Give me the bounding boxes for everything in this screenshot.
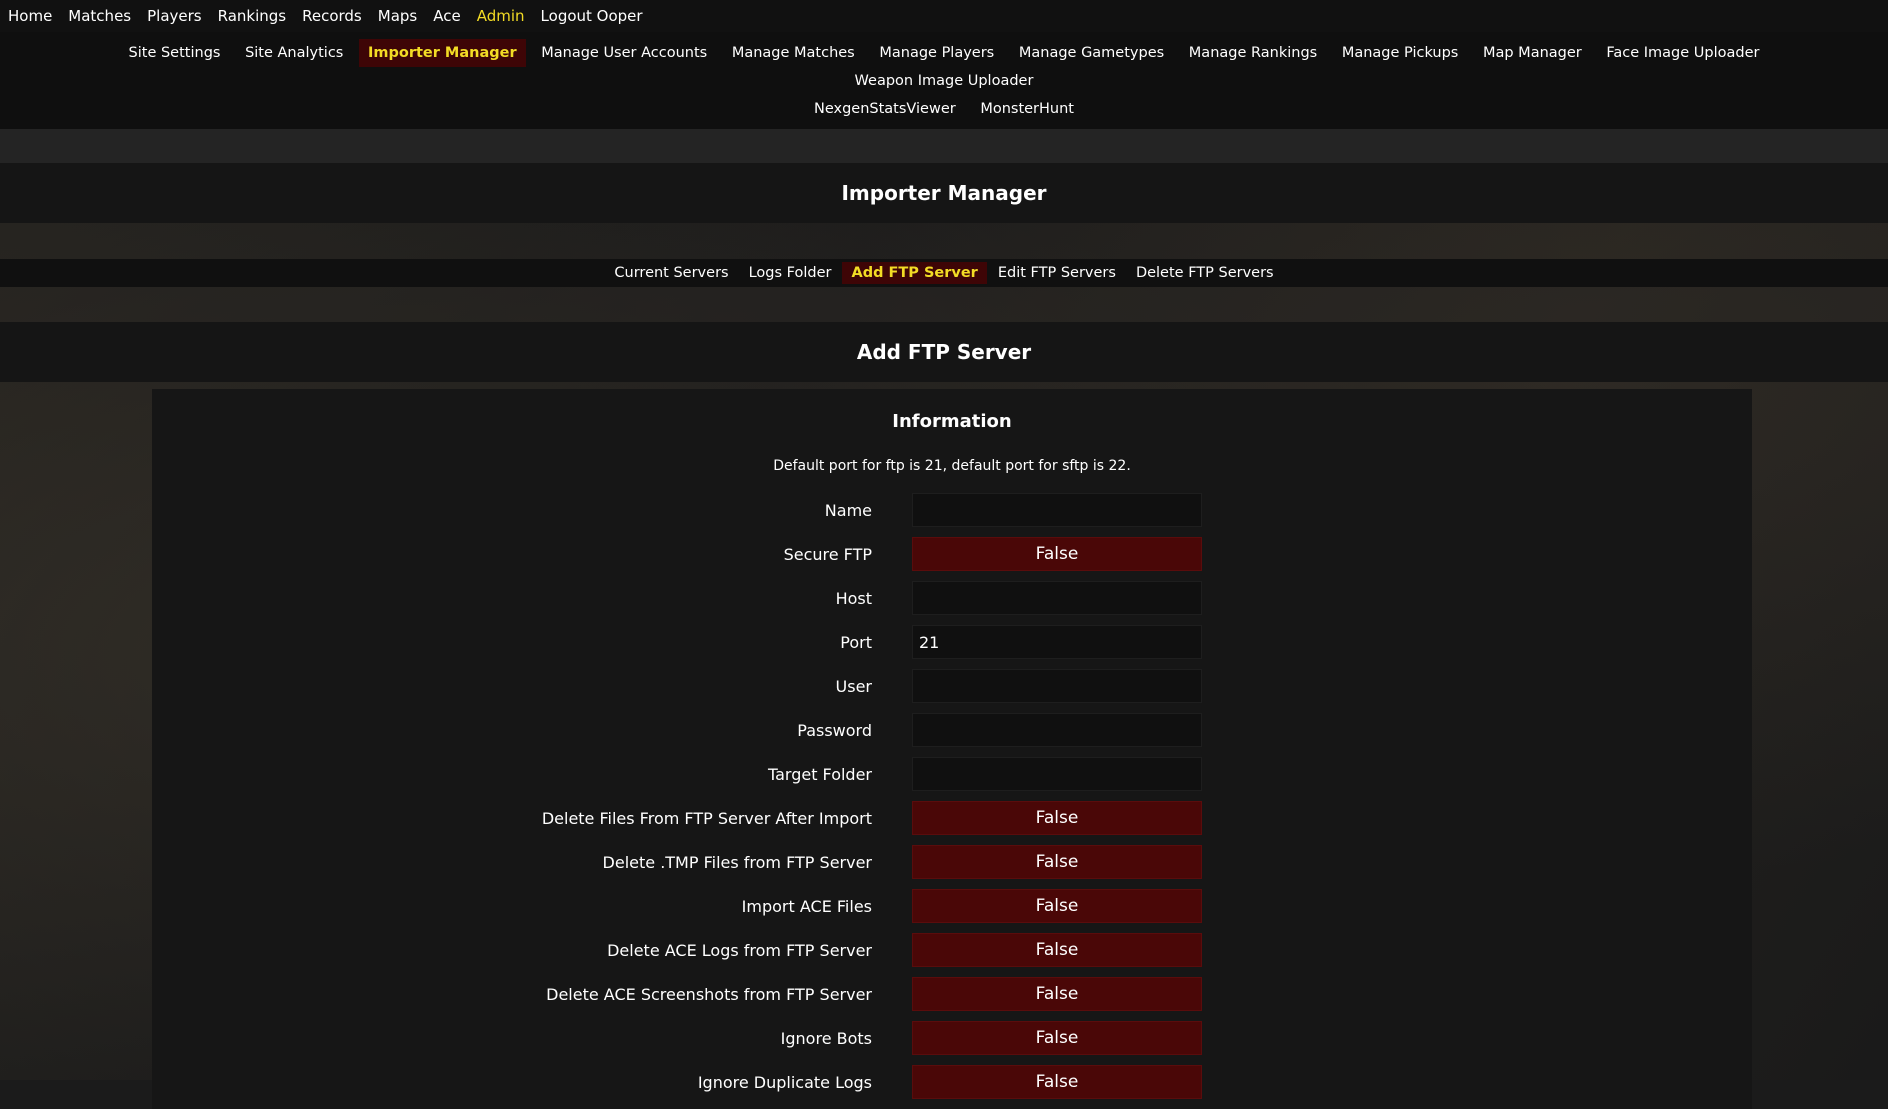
admin-nav-manage-players[interactable]: Manage Players	[870, 39, 1003, 67]
admin-nav: Site Settings Site Analytics Importer Ma…	[0, 32, 1888, 129]
admin-nav-site-settings[interactable]: Site Settings	[120, 39, 230, 67]
importer-sub-nav: Current Servers Logs Folder Add FTP Serv…	[0, 259, 1888, 287]
admin-nav-map-manager[interactable]: Map Manager	[1474, 39, 1591, 67]
form-row-password: Password	[152, 708, 1752, 752]
form-row-delete-files: Delete Files From FTP Server After Impor…	[152, 796, 1752, 840]
delete-ace-screenshots-label: Delete ACE Screenshots from FTP Server	[546, 984, 872, 1004]
import-ace-label: Import ACE Files	[741, 896, 872, 916]
form-row-delete-ace-screenshots: Delete ACE Screenshots from FTP Server F…	[152, 972, 1752, 1016]
nav-maps-link[interactable]: Maps	[378, 7, 417, 25]
name-input[interactable]	[912, 493, 1202, 527]
delete-ace-screenshots-toggle[interactable]: False	[912, 977, 1202, 1011]
tab-add-ftp-server[interactable]: Add FTP Server	[842, 262, 987, 284]
form-row-ignore-bots: Ignore Bots False	[152, 1016, 1752, 1060]
form-row-name: Name	[152, 488, 1752, 532]
tab-edit-ftp-servers[interactable]: Edit FTP Servers	[989, 262, 1125, 284]
panel-title: Information	[892, 411, 1012, 432]
user-input[interactable]	[912, 669, 1202, 703]
delete-ace-logs-toggle[interactable]: False	[912, 933, 1202, 967]
spacer	[0, 129, 1888, 163]
password-input[interactable]	[912, 713, 1202, 747]
password-label: Password	[797, 720, 872, 740]
nav-matches-link[interactable]: Matches	[68, 7, 131, 25]
form-row-import-ace: Import ACE Files False	[152, 884, 1752, 928]
form-row-host: Host	[152, 576, 1752, 620]
tab-logs-folder[interactable]: Logs Folder	[740, 262, 841, 284]
port-input[interactable]	[912, 625, 1202, 659]
tab-current-servers[interactable]: Current Servers	[605, 262, 737, 284]
ignore-bots-label: Ignore Bots	[780, 1028, 872, 1048]
form-row-delete-ace-logs: Delete ACE Logs from FTP Server False	[152, 928, 1752, 972]
secure-ftp-label: Secure FTP	[783, 544, 872, 564]
delete-tmp-label: Delete .TMP Files from FTP Server	[602, 852, 872, 872]
admin-nav-manage-rankings[interactable]: Manage Rankings	[1180, 39, 1326, 67]
nav-admin-link[interactable]: Admin	[477, 7, 525, 25]
form-row-port: Port	[152, 620, 1752, 664]
top-nav: Home Matches Players Rankings Records Ma…	[0, 0, 1888, 32]
tab-delete-ftp-servers[interactable]: Delete FTP Servers	[1127, 262, 1283, 284]
form-panel: Information Default port for ftp is 21, …	[152, 389, 1752, 1109]
admin-nav-site-analytics[interactable]: Site Analytics	[236, 39, 352, 67]
delete-files-label: Delete Files From FTP Server After Impor…	[541, 808, 872, 828]
nav-rankings-link[interactable]: Rankings	[218, 7, 287, 25]
name-label: Name	[824, 500, 872, 520]
admin-nav-face-image-uploader[interactable]: Face Image Uploader	[1597, 39, 1768, 67]
section-title: Add FTP Server	[0, 322, 1888, 382]
admin-nav-manage-gametypes[interactable]: Manage Gametypes	[1010, 39, 1173, 67]
host-label: Host	[835, 588, 872, 608]
admin-nav-importer-manager[interactable]: Importer Manager	[358, 39, 526, 67]
form-row-delete-tmp: Delete .TMP Files from FTP Server False	[152, 840, 1752, 884]
admin-nav-manage-matches[interactable]: Manage Matches	[723, 39, 864, 67]
delete-files-toggle[interactable]: False	[912, 801, 1202, 835]
nav-logout-link[interactable]: Logout Ooper	[541, 7, 643, 25]
nav-ace-link[interactable]: Ace	[433, 7, 460, 25]
secure-ftp-toggle[interactable]: False	[912, 537, 1202, 571]
add-ftp-form: Name Secure FTP False Host Port User Pas…	[152, 488, 1752, 1104]
nav-records-link[interactable]: Records	[302, 7, 362, 25]
form-row-user: User	[152, 664, 1752, 708]
port-label: Port	[840, 632, 872, 652]
ignore-duplicate-logs-label: Ignore Duplicate Logs	[697, 1072, 872, 1092]
ignore-duplicate-logs-toggle[interactable]: False	[912, 1065, 1202, 1099]
form-row-target-folder: Target Folder	[152, 752, 1752, 796]
host-input[interactable]	[912, 581, 1202, 615]
admin-nav-nexgenstatsviewer[interactable]: NexgenStatsViewer	[805, 95, 965, 123]
admin-nav-monsterhunt[interactable]: MonsterHunt	[971, 95, 1083, 123]
spacer	[0, 287, 1888, 322]
delete-ace-logs-label: Delete ACE Logs from FTP Server	[607, 940, 872, 960]
import-ace-toggle[interactable]: False	[912, 889, 1202, 923]
nav-home-link[interactable]: Home	[8, 7, 52, 25]
admin-nav-manage-user-accounts[interactable]: Manage User Accounts	[532, 39, 716, 67]
delete-tmp-toggle[interactable]: False	[912, 845, 1202, 879]
ignore-bots-toggle[interactable]: False	[912, 1021, 1202, 1055]
admin-nav-manage-pickups[interactable]: Manage Pickups	[1333, 39, 1468, 67]
user-label: User	[835, 676, 872, 696]
page-title: Importer Manager	[0, 163, 1888, 223]
panel-info-text: Default port for ftp is 21, default port…	[773, 458, 1131, 474]
form-row-secure-ftp: Secure FTP False	[152, 532, 1752, 576]
nav-players-link[interactable]: Players	[147, 7, 202, 25]
target-folder-input[interactable]	[912, 757, 1202, 791]
form-row-ignore-duplicate-logs: Ignore Duplicate Logs False	[152, 1060, 1752, 1104]
target-folder-label: Target Folder	[767, 764, 872, 784]
admin-nav-weapon-image-uploader[interactable]: Weapon Image Uploader	[846, 67, 1043, 95]
